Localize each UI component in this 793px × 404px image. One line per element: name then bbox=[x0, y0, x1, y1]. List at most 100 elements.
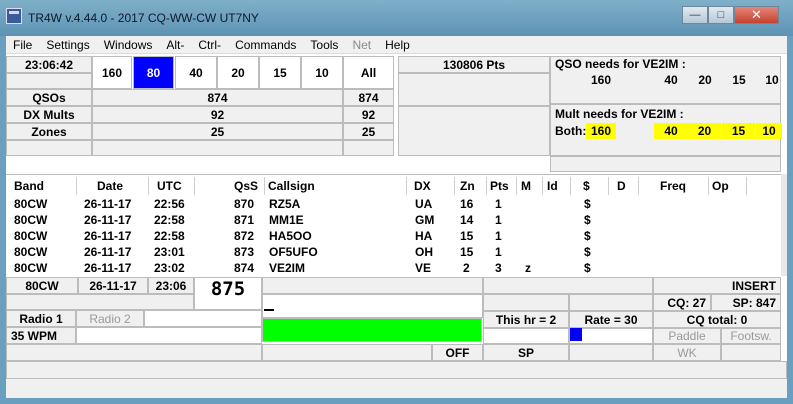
log-points: 3 bbox=[495, 261, 502, 275]
entry-date: 26-11-17 bbox=[78, 277, 148, 294]
needs-blank bbox=[550, 156, 781, 172]
log-scrollbar[interactable] bbox=[781, 174, 787, 276]
log-band: 80CW bbox=[14, 245, 48, 259]
stat-all-qsos: 874 bbox=[343, 89, 394, 106]
log-points: 1 bbox=[495, 213, 502, 227]
wk-button[interactable]: WK bbox=[653, 344, 721, 361]
log-header: Band Date UTC QsS Callsign DX Zn Pts M I… bbox=[6, 177, 781, 195]
log-dx: OH bbox=[415, 245, 433, 259]
mult-need-10: 10 bbox=[756, 123, 782, 139]
log-dx: GM bbox=[415, 213, 435, 227]
minimize-button[interactable]: — bbox=[682, 6, 708, 24]
log-zone: 2 bbox=[463, 261, 470, 275]
blank bbox=[483, 328, 569, 344]
title-bar[interactable]: TR4W v.4.44.0 - 2017 CQ-WW-CW UT7NY — □ … bbox=[0, 0, 793, 36]
stat-all-dx-mults: 92 bbox=[343, 106, 394, 123]
band-button-160[interactable]: 160 bbox=[92, 56, 132, 89]
mult-needs-prefix: Both: bbox=[555, 124, 587, 138]
log-utc: 23:01 bbox=[154, 245, 185, 259]
log-callsign: HA5OO bbox=[269, 229, 312, 243]
mult-need-15: 15 bbox=[722, 123, 755, 139]
menu-net[interactable]: Net bbox=[345, 38, 378, 52]
off-status[interactable]: OFF bbox=[432, 344, 483, 361]
clock: 23:06:42 bbox=[6, 56, 92, 73]
log-date: 26-11-17 bbox=[84, 213, 132, 227]
menu-alt[interactable]: Alt- bbox=[159, 38, 191, 52]
mult-needs-panel: Mult needs for VE2IM : Both: 160 40 20 1… bbox=[550, 104, 782, 156]
stat-label-zones: Zones bbox=[6, 123, 92, 140]
log-callsign: OF5UFO bbox=[269, 245, 318, 259]
score-panel-lower bbox=[398, 106, 550, 156]
app-icon[interactable] bbox=[6, 8, 22, 24]
qso-need-20: 20 bbox=[698, 73, 712, 87]
blank bbox=[6, 344, 262, 361]
qso-log[interactable]: Band Date UTC QsS Callsign DX Zn Pts M I… bbox=[6, 174, 781, 276]
menu-settings[interactable]: Settings bbox=[39, 38, 96, 52]
log-date: 26-11-17 bbox=[84, 245, 132, 259]
menu-ctrl[interactable]: Ctrl- bbox=[191, 38, 228, 52]
band-button-40[interactable]: 40 bbox=[175, 56, 217, 89]
col-pts: Pts bbox=[490, 179, 509, 193]
gap-row bbox=[6, 156, 550, 172]
log-callsign: RZ5A bbox=[269, 197, 301, 211]
band-button-all[interactable]: All bbox=[343, 56, 394, 89]
blank bbox=[721, 344, 781, 361]
score-points: 130806 Pts bbox=[398, 56, 550, 73]
window-title: TR4W v.4.44.0 - 2017 CQ-WW-CW UT7NY bbox=[28, 11, 259, 25]
mult-need-40: 40 bbox=[654, 123, 688, 139]
this-hour-rate: This hr = 2 bbox=[483, 311, 569, 328]
log-dx: VE bbox=[415, 261, 432, 275]
mult-need-160: 160 bbox=[586, 123, 616, 139]
qso-need-15: 15 bbox=[732, 73, 746, 87]
rate-bar bbox=[570, 328, 582, 341]
wpm[interactable]: 35 WPM bbox=[6, 327, 76, 344]
stats-blank-row bbox=[343, 140, 394, 156]
band-button-10[interactable]: 10 bbox=[301, 56, 343, 89]
menu-help[interactable]: Help bbox=[378, 38, 417, 52]
entry-qso-number: 875 bbox=[194, 277, 262, 310]
sp-mode[interactable]: SP bbox=[483, 344, 569, 361]
menu-file[interactable]: File bbox=[6, 38, 39, 52]
cq-count: CQ: 27 bbox=[653, 294, 711, 311]
log-points: 1 bbox=[495, 197, 502, 211]
col-qss: QsS bbox=[234, 179, 259, 193]
footswitch-button[interactable]: Footsw. bbox=[721, 328, 781, 344]
status-bar bbox=[6, 361, 787, 379]
band-button-15[interactable]: 15 bbox=[259, 56, 301, 89]
log-date: 26-11-17 bbox=[84, 197, 132, 211]
blank bbox=[569, 294, 653, 311]
stat-band-qsos: 874 bbox=[92, 89, 343, 106]
band-button-20[interactable]: 20 bbox=[217, 56, 259, 89]
insert-mode[interactable]: INSERT bbox=[653, 277, 781, 294]
callsign-input[interactable] bbox=[262, 294, 483, 318]
blank bbox=[6, 294, 194, 310]
log-zone: 15 bbox=[460, 229, 474, 243]
radio-2-button[interactable]: Radio 2 bbox=[76, 310, 144, 327]
log-zone: 15 bbox=[460, 245, 474, 259]
log-points: 1 bbox=[495, 229, 502, 243]
log-qso-number: 873 bbox=[234, 245, 255, 259]
log-utc: 22:56 bbox=[154, 197, 185, 211]
qso-need-40: 40 bbox=[664, 73, 678, 87]
qso-need-10: 10 bbox=[765, 73, 779, 87]
paddle-button[interactable]: Paddle bbox=[653, 328, 721, 344]
menu-commands[interactable]: Commands bbox=[228, 38, 303, 52]
col-id: Id bbox=[547, 179, 558, 193]
col-op: Op bbox=[712, 179, 729, 193]
close-button[interactable]: ✕ bbox=[734, 6, 779, 24]
maximize-button[interactable]: □ bbox=[708, 6, 734, 24]
footer-area bbox=[6, 379, 787, 398]
window-frame-right bbox=[787, 36, 793, 404]
qso-needs-title: QSO needs for VE2IM : bbox=[555, 57, 686, 71]
entry-header-blank bbox=[483, 277, 653, 294]
col-band: Band bbox=[14, 179, 44, 193]
band-button-80[interactable]: 80 bbox=[133, 56, 174, 89]
text-cursor bbox=[264, 309, 274, 311]
menu-tools[interactable]: Tools bbox=[303, 38, 345, 52]
rate: Rate = 30 bbox=[569, 311, 653, 328]
sp-count: SP: 847 bbox=[711, 294, 781, 311]
stats-blank-row bbox=[92, 140, 343, 156]
radio-1-button[interactable]: Radio 1 bbox=[6, 310, 76, 327]
cq-total: CQ total: 0 bbox=[653, 311, 781, 328]
menu-windows[interactable]: Windows bbox=[97, 38, 160, 52]
